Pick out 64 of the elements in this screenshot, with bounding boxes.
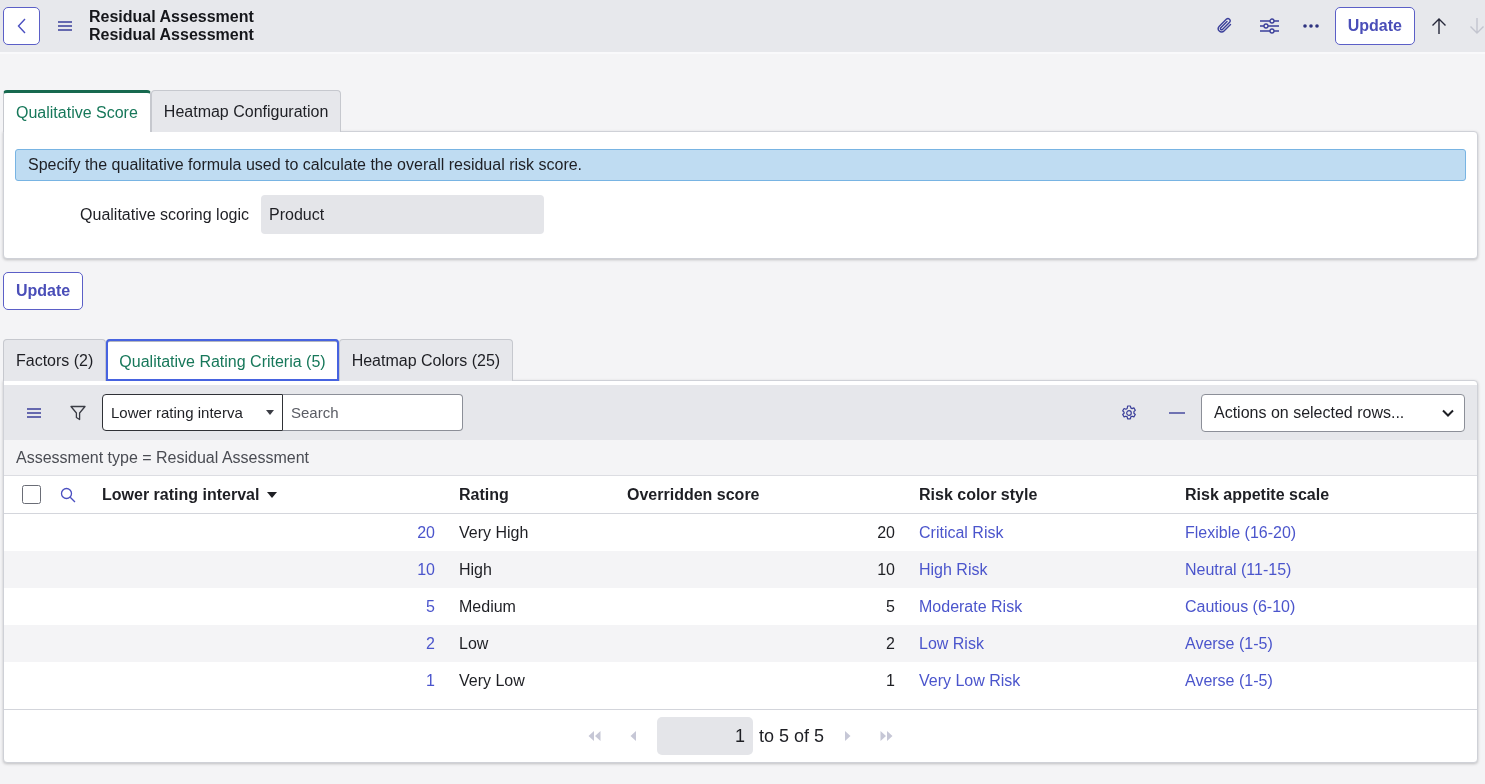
record-link[interactable]: 2 — [426, 634, 435, 652]
back-button[interactable] — [3, 7, 40, 45]
record-link[interactable]: Low Risk — [919, 634, 984, 652]
record-link[interactable]: Flexible (16-20) — [1185, 523, 1297, 541]
record-link[interactable]: Averse (1-5) — [1185, 671, 1273, 689]
sort-caret-icon — [267, 492, 278, 499]
tab[interactable]: Qualitative Score — [3, 90, 151, 132]
actions-dropdown[interactable]: Actions on selected rows... — [1201, 393, 1465, 432]
update-button[interactable]: Update — [3, 272, 84, 310]
column-header[interactable]: Lower rating interval — [90, 476, 447, 514]
filter-icon[interactable] — [70, 404, 86, 421]
column-header[interactable]: Risk appetite scale — [1173, 476, 1477, 514]
tab[interactable]: Factors (2) — [3, 339, 107, 381]
table-cell: 10 — [877, 560, 895, 578]
update-button[interactable]: Update — [1334, 7, 1415, 45]
table-cell: 5 — [886, 597, 895, 615]
table-cell: Low — [459, 634, 489, 652]
page-number-field[interactable]: 1 — [656, 717, 753, 755]
settings-icon[interactable] — [1121, 404, 1137, 421]
filter-breadcrumb[interactable]: Assessment type = Residual Assessment — [16, 448, 310, 467]
search-field[interactable]: Search — [283, 394, 463, 431]
search-icon[interactable] — [60, 486, 76, 503]
info-message: Specify the qualitative formula used to calculate the overall residual risk score. — [15, 149, 1466, 181]
paperclip-icon[interactable] — [1216, 17, 1233, 35]
column-select[interactable]: Lower rating interva — [102, 394, 283, 431]
record-link[interactable]: Critical Risk — [919, 523, 1004, 541]
record-link[interactable]: Very Low Risk — [919, 671, 1021, 689]
record-link[interactable]: Averse (1-5) — [1185, 634, 1273, 652]
table-cell: Very High — [459, 523, 529, 541]
readonly-field[interactable]: Product — [261, 195, 544, 234]
record-link[interactable]: 20 — [417, 523, 435, 541]
record-link[interactable]: 5 — [426, 597, 435, 615]
tab[interactable]: Qualitative Rating Criteria (5) — [106, 339, 339, 381]
arrow-up-icon[interactable] — [1431, 17, 1447, 35]
record-link[interactable]: 10 — [417, 560, 435, 578]
record-link[interactable]: Moderate Risk — [919, 597, 1023, 615]
table-cell: High — [459, 560, 492, 578]
record-title: Residual Assessment — [89, 26, 254, 44]
chevron-down-icon — [1442, 408, 1454, 417]
field-label: Qualitative scoring logic — [79, 205, 250, 224]
chevron-left-icon — [17, 18, 26, 34]
table-cell: Very Low — [459, 671, 525, 689]
table-cell: 20 — [877, 523, 895, 541]
menu-icon[interactable] — [58, 21, 72, 31]
record-link[interactable]: Neutral (11-15) — [1185, 560, 1292, 578]
tab[interactable]: Heatmap Colors (25) — [338, 339, 514, 381]
tab[interactable]: Heatmap Configuration — [150, 90, 342, 132]
column-header[interactable]: Risk color style — [907, 476, 1173, 514]
caret-down-icon — [266, 410, 274, 415]
collapse-icon[interactable] — [1169, 411, 1185, 414]
record-link[interactable]: Cautious (6-10) — [1185, 597, 1296, 615]
table-cell: Medium — [459, 597, 516, 615]
record-link[interactable]: High Risk — [919, 560, 988, 578]
record-link[interactable]: 1 — [426, 671, 435, 689]
select-all-checkbox[interactable] — [22, 485, 41, 504]
more-icon[interactable] — [1302, 24, 1319, 28]
sliders-icon[interactable] — [1259, 18, 1279, 34]
menu-icon[interactable] — [27, 407, 41, 418]
table-cell: 2 — [886, 634, 895, 652]
form-title: Residual Assessment — [89, 8, 254, 26]
table-cell: 1 — [886, 671, 895, 689]
column-header[interactable]: Overridden score — [615, 476, 907, 514]
page-range: to 5 of 5 — [758, 725, 825, 747]
column-header[interactable]: Rating — [447, 476, 615, 514]
